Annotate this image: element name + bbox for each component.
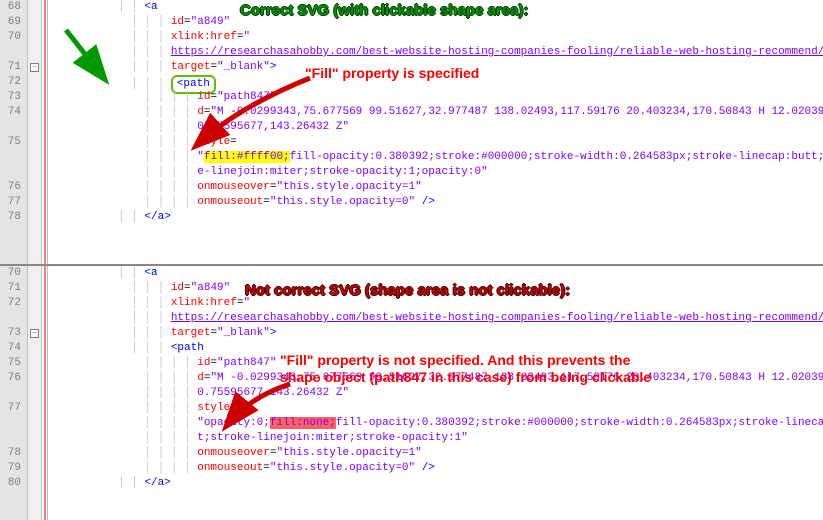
fold-gutter (28, 266, 42, 520)
line-number-gutter: 6869707172737475767778 (0, 0, 28, 264)
line-number-gutter: 7071727374757677787980 (0, 266, 28, 520)
fold-gutter (28, 0, 42, 264)
editor-pane-correct: 6869707172737475767778 │ │ <a │ │ │ id="… (0, 0, 823, 264)
code-area-incorrect[interactable]: │ │ <a │ │ │ id="a849" │ │ │ xlink:href=… (48, 266, 823, 520)
editor-pane-incorrect: 7071727374757677787980 │ │ <a │ │ │ id="… (0, 266, 823, 520)
fold-toggle-icon[interactable] (30, 63, 39, 72)
code-area-correct[interactable]: │ │ <a │ │ │ id="a849" │ │ │ xlink:href=… (48, 0, 823, 264)
fold-toggle-icon[interactable] (30, 329, 39, 338)
